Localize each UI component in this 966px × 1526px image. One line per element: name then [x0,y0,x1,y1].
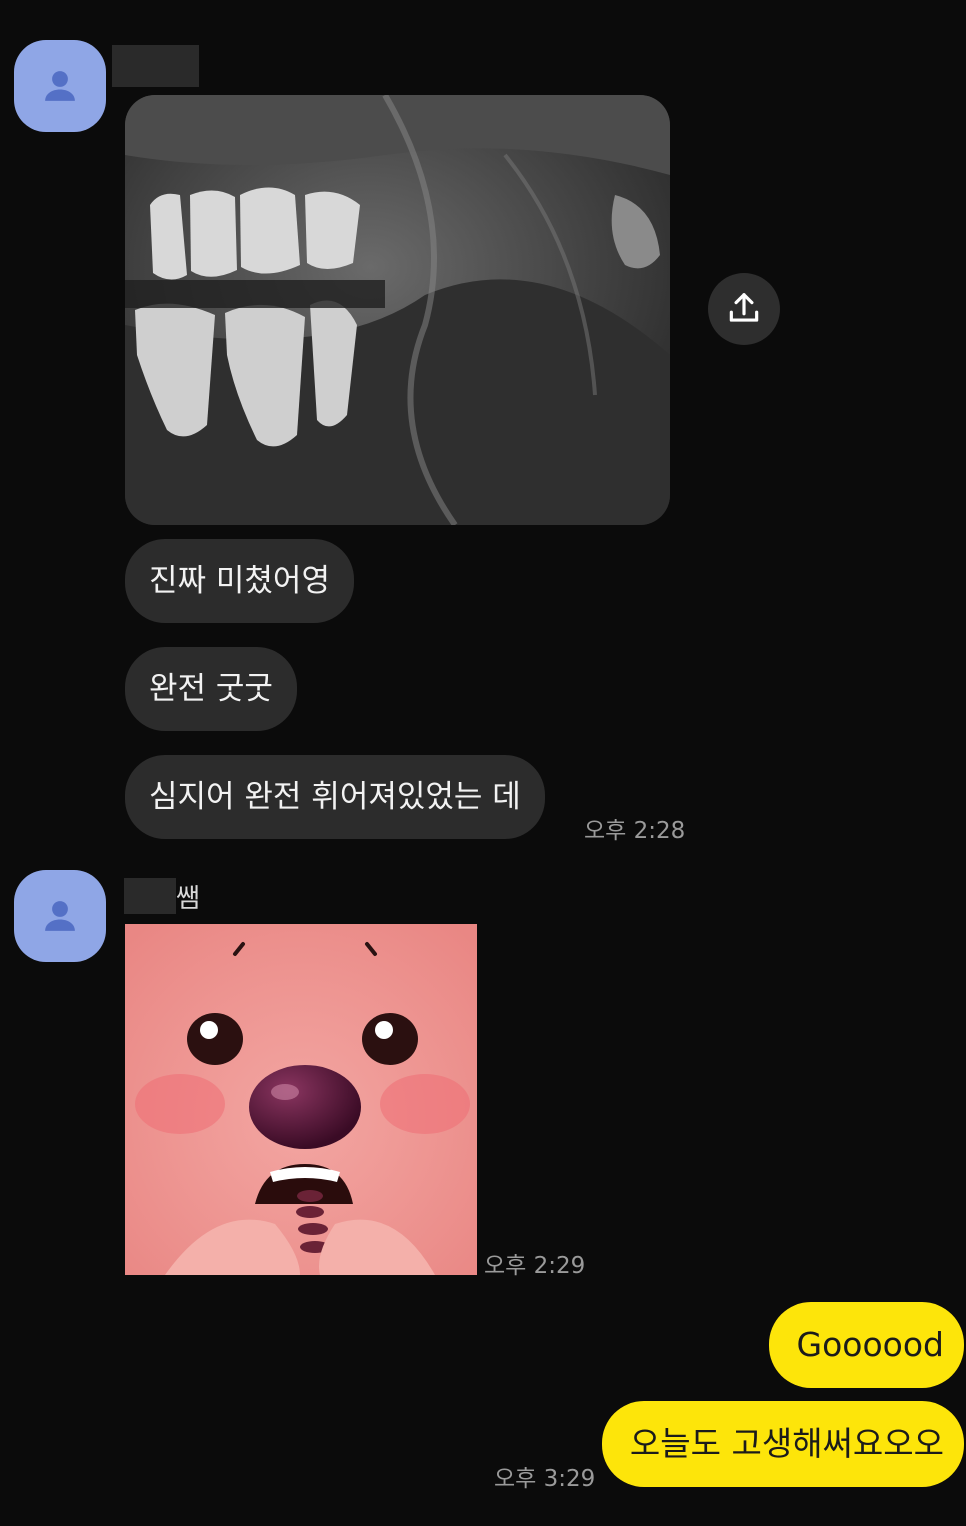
xray-image[interactable] [125,95,670,525]
incoming-message[interactable]: 심지어 완전 휘어져있었는 데 [125,755,545,839]
message-timestamp: 오후 2:29 [484,1253,586,1279]
share-upload-icon [729,293,759,322]
person-icon [45,901,75,931]
pink-beaver-sticker [125,924,477,1275]
sender-name-redacted [112,45,199,87]
message-text: 진짜 미쳤어영 [149,563,330,599]
message-text: 심지어 완전 휘어져있었는 데 [149,779,521,815]
sender-avatar[interactable] [14,870,106,962]
sender-name-redacted [124,878,176,914]
message-text: 오늘도 고생해써요오오 [629,1424,944,1463]
sender-avatar[interactable] [14,40,106,132]
message-text: Goooood [796,1325,944,1364]
message-text: 완전 굿굿 [149,671,273,707]
person-icon [45,71,75,101]
share-button[interactable] [708,273,780,345]
sender-name: 쌤 [176,884,200,914]
message-timestamp: 오후 3:29 [494,1466,596,1492]
sticker-image[interactable] [125,924,477,1275]
outgoing-message[interactable]: Goooood [768,1302,964,1388]
outgoing-message[interactable]: 오늘도 고생해써요오오 [601,1401,964,1487]
message-timestamp: 오후 2:28 [584,818,686,844]
dental-xray [125,95,670,525]
incoming-message[interactable]: 진짜 미쳤어영 [125,539,354,623]
incoming-message[interactable]: 완전 굿굿 [125,647,297,731]
